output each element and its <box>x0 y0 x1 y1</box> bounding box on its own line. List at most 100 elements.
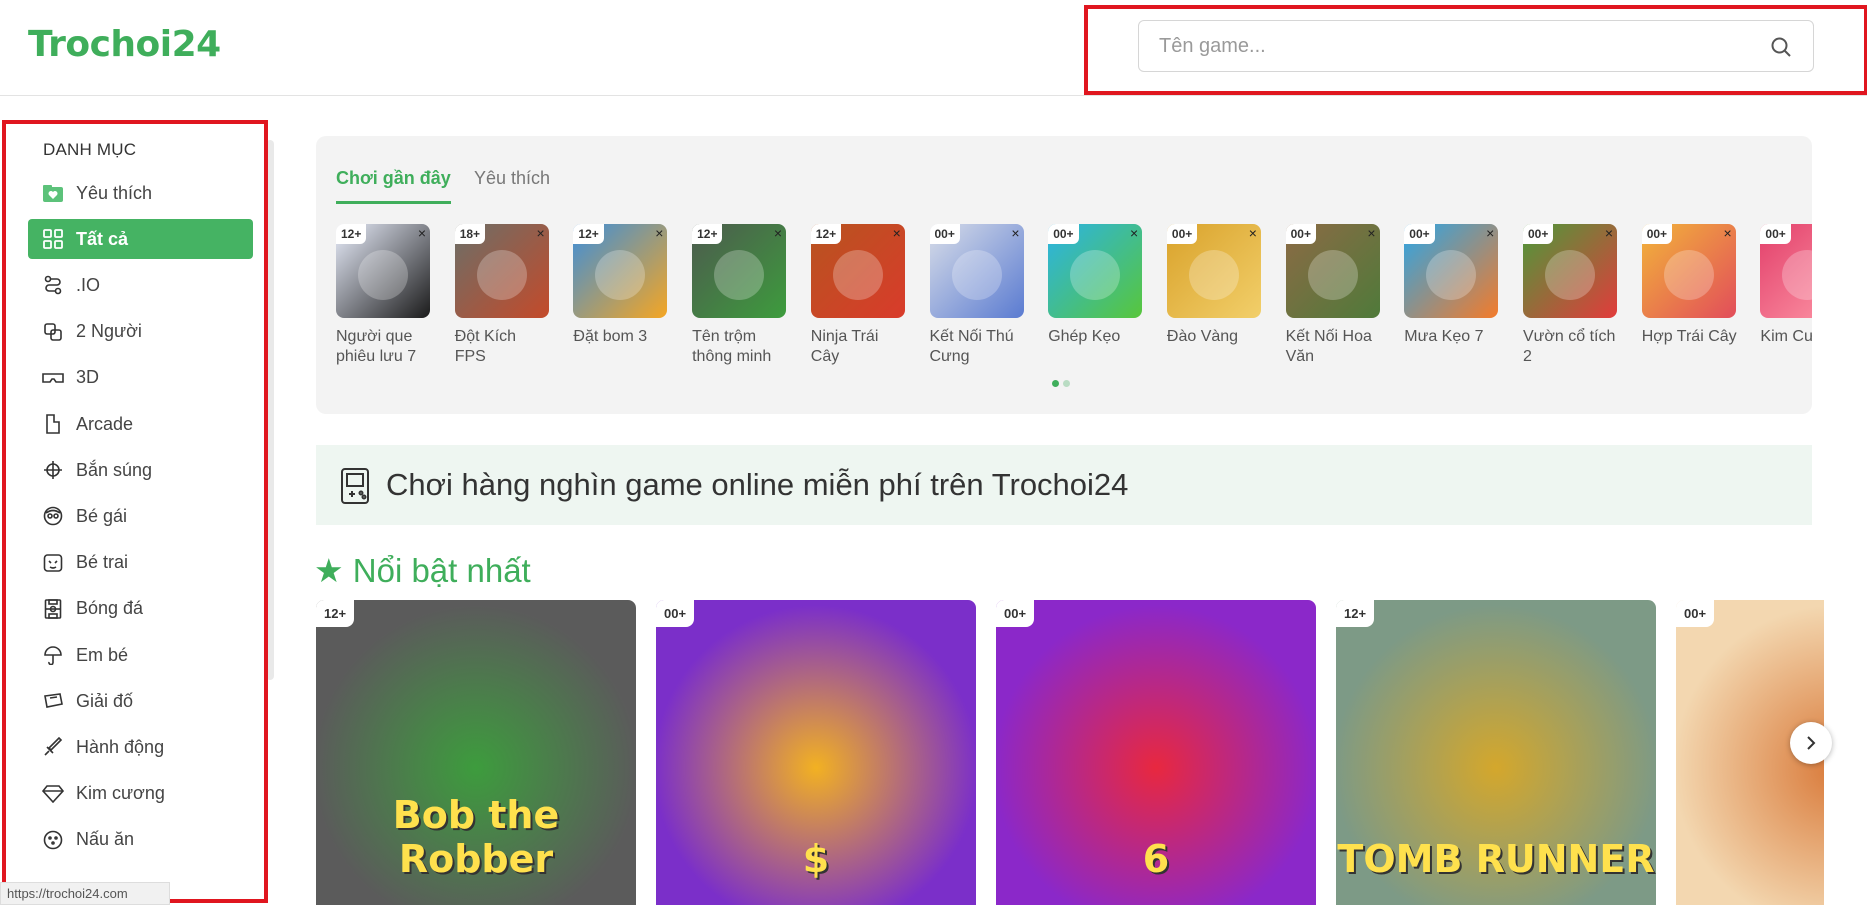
game-thumbnail[interactable]: 00+× <box>1404 224 1499 318</box>
age-badge: 12+ <box>573 224 604 244</box>
next-button[interactable] <box>1790 722 1832 764</box>
sidebar-item-9[interactable]: Bóng đá <box>28 589 253 629</box>
recent-game-card[interactable]: 00+ × Kết Nối Hoa Văn <box>1285 224 1382 367</box>
tab-favorites[interactable]: Yêu thích <box>474 168 550 189</box>
chevron-right-icon <box>1807 736 1816 750</box>
recent-game-card[interactable]: 00+ × Hợp Trái Cây <box>1641 224 1738 347</box>
io-icon <box>42 274 64 296</box>
sidebar-item-label: 3D <box>76 367 100 388</box>
remove-icon[interactable]: × <box>1249 225 1257 241</box>
recent-game-card[interactable]: 00+ × Kết Nối Thú Cưng <box>929 224 1026 367</box>
recent-game-card[interactable]: 12+ × Ninja Trái Cây <box>810 224 907 367</box>
age-badge: 00+ <box>1523 224 1554 244</box>
game-thumbnail[interactable]: 12+ × <box>573 224 668 318</box>
featured-game-art-text: TOMB RUNNER <box>1337 837 1655 881</box>
sidebar-item-2[interactable]: .IO <box>28 265 253 305</box>
remove-icon[interactable]: × <box>418 225 426 241</box>
game-name[interactable]: Vườn cổ tích 2 <box>1523 327 1619 367</box>
sidebar-item-11[interactable]: Giải đố <box>28 681 253 721</box>
recent-game-card[interactable]: 18+ × Đột Kích FPS <box>454 224 551 367</box>
game-name[interactable]: Tên trộm thông minh <box>692 327 788 367</box>
tab-recent[interactable]: Chơi gần đây <box>336 168 451 204</box>
sidebar-scrollbar[interactable] <box>266 140 274 680</box>
featured-game-card[interactable]: Bob the Robber 12+ <box>316 600 636 905</box>
sidebar-item-4[interactable]: 3D <box>28 358 253 398</box>
recent-game-card[interactable]: 00+ × Ghép Kẹo <box>1048 224 1144 347</box>
sidebar-item-5[interactable]: Arcade <box>28 404 253 444</box>
search-icon[interactable] <box>1769 35 1793 59</box>
game-name[interactable]: Mưa Kẹo 7 <box>1404 327 1500 347</box>
game-thumbnail[interactable]: 00+× <box>1166 224 1261 318</box>
recent-game-card[interactable]: 12+ × Đặt bom 3 <box>573 224 669 347</box>
game-thumbnail[interactable]: 12+ × <box>336 224 430 318</box>
3d-glasses-icon <box>42 367 64 389</box>
sidebar-item-8[interactable]: Bé trai <box>28 543 253 583</box>
sidebar-item-0[interactable]: Yêu thích <box>28 173 253 213</box>
game-name[interactable]: Người que phiêu lưu 7 <box>336 327 432 367</box>
game-name[interactable]: Hợp Trái Cây <box>1642 327 1738 347</box>
banner-text: Chơi hàng nghìn game online miễn phí trê… <box>386 467 1129 502</box>
remove-icon[interactable]: × <box>537 225 545 241</box>
remove-icon[interactable]: × <box>774 225 782 241</box>
sidebar-item-label: Bắn súng <box>76 459 153 480</box>
featured-game-card[interactable]: 6 00+ <box>996 600 1316 905</box>
recent-game-card[interactable]: 00+ × Mưa Kẹo 7 <box>1404 224 1500 347</box>
sidebar-item-10[interactable]: Em bé <box>28 635 253 675</box>
game-name[interactable]: Đặt bom 3 <box>573 327 669 347</box>
search-box[interactable] <box>1138 20 1814 72</box>
recent-game-card[interactable]: 00+ × Đào Vàng <box>1166 224 1263 347</box>
sidebar-item-14[interactable]: Nấu ăn <box>28 820 253 860</box>
remove-icon[interactable]: × <box>1605 225 1613 241</box>
game-thumbnail[interactable]: 00+× <box>1760 224 1812 318</box>
game-name[interactable]: Kết Nối Thú Cưng <box>930 327 1026 367</box>
sidebar-item-3[interactable]: 2 Người <box>28 312 253 352</box>
crosshair-icon <box>42 459 64 481</box>
game-name[interactable]: Đào Vàng <box>1167 327 1263 347</box>
girl-icon <box>42 505 64 527</box>
game-name[interactable]: Ghép Kẹo <box>1048 327 1144 347</box>
game-name[interactable]: Kết Nối Hoa Văn <box>1286 327 1382 367</box>
status-url: https://trochoi24.com <box>0 882 170 905</box>
featured-game-art-text: Bob the Robber <box>392 793 560 881</box>
game-name[interactable]: Ninja Trái Cây <box>811 327 907 367</box>
recent-game-card[interactable]: 12+ × Người que phiêu lưu 7 <box>336 224 432 367</box>
carousel-dot[interactable] <box>1063 380 1070 387</box>
recent-games-panel: Chơi gần đây Yêu thích 12+ × Người que phi… <box>316 136 1812 414</box>
sidebar-item-1[interactable]: Tất cả <box>28 219 253 260</box>
game-thumbnail[interactable]: 00+× <box>929 224 1024 318</box>
game-name[interactable]: Kim Cương 6 <box>1760 327 1812 347</box>
remove-icon[interactable]: × <box>655 225 663 241</box>
recent-game-card[interactable]: 12+ × Tên trộm thông minh <box>692 224 788 367</box>
recent-game-card[interactable]: 00+ × Vườn cổ tích 2 <box>1523 224 1619 367</box>
game-thumbnail[interactable]: 18+ × <box>454 224 549 318</box>
recent-game-card[interactable]: 00+× Kim Cương 6 <box>1760 224 1812 347</box>
remove-icon[interactable]: × <box>1486 225 1494 241</box>
game-thumbnail[interactable]: 12+ × <box>810 224 905 318</box>
sidebar-item-6[interactable]: Bắn súng <box>28 450 253 490</box>
featured-game-card[interactable]: $00+ <box>656 600 976 905</box>
search-input[interactable] <box>1159 33 1719 59</box>
featured-title: ★ Nổi bật nhất <box>314 551 531 590</box>
site-logo[interactable]: Trochoi24 <box>28 24 221 65</box>
game-thumbnail[interactable]: 12+ × <box>692 224 787 318</box>
remove-icon[interactable]: × <box>1724 225 1732 241</box>
remove-icon[interactable]: × <box>1367 225 1375 241</box>
game-thumbnail[interactable]: 00+ × <box>1285 224 1380 318</box>
sidebar-item-label: Tất cả <box>76 228 129 249</box>
remove-icon[interactable]: × <box>1011 225 1019 241</box>
game-thumbnail[interactable]: 00+× <box>1048 224 1143 318</box>
game-name[interactable]: Đột Kích FPS <box>455 327 551 367</box>
promo-banner: Chơi hàng nghìn game online miễn phí trê… <box>316 445 1812 525</box>
featured-game-card[interactable]: TOMB RUNNER 12+ <box>1336 600 1656 905</box>
sidebar-item-12[interactable]: Hành động <box>28 727 253 767</box>
sidebar-item-7[interactable]: Bé gái <box>28 496 253 536</box>
age-badge: 00+ <box>1285 224 1316 244</box>
remove-icon[interactable]: × <box>893 225 901 241</box>
remove-icon[interactable]: × <box>1130 225 1138 241</box>
sidebar-item-label: .IO <box>76 274 101 295</box>
cooking-icon <box>42 829 64 851</box>
sidebar-item-13[interactable]: Kim cương <box>28 774 253 814</box>
game-thumbnail[interactable]: 00+ × <box>1523 224 1617 318</box>
game-thumbnail[interactable]: 00+× <box>1641 224 1736 318</box>
carousel-dot-active[interactable] <box>1052 380 1059 387</box>
